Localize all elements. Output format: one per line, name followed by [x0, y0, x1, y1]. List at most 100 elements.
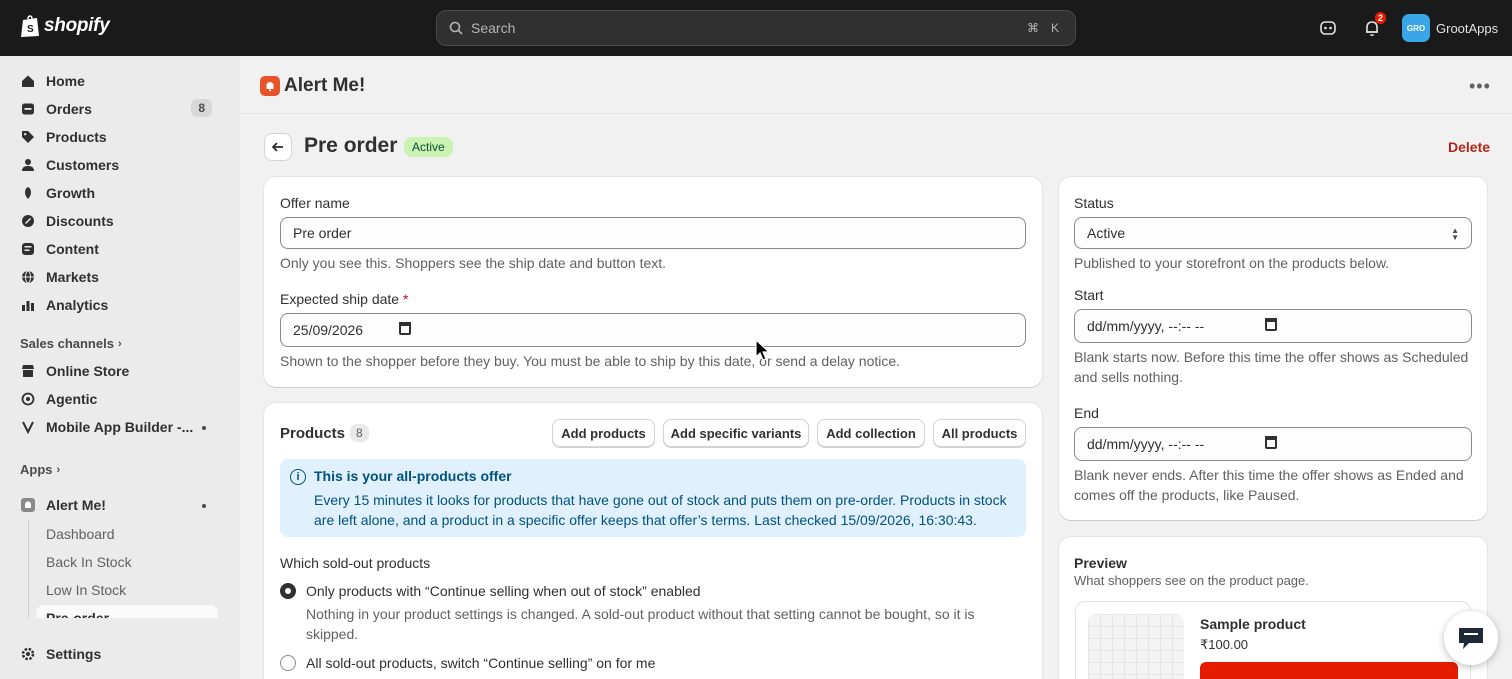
status-select[interactable]: Active ▲ ▼ [1074, 217, 1472, 249]
sidebar-item-label: Mobile App Builder -... [46, 419, 194, 435]
product-preview: Sample product ₹100.00 [1075, 601, 1471, 679]
sidebar-item-analytics[interactable]: Analytics [10, 291, 218, 319]
all-products-button[interactable]: All products [933, 419, 1026, 447]
mobile-app-icon [20, 419, 36, 435]
sidebar-item-growth[interactable]: Growth [10, 179, 218, 207]
which-sold-out-label: Which sold-out products [280, 555, 431, 571]
calendar-icon[interactable] [399, 322, 411, 335]
sidebar-item-markets[interactable]: Markets [10, 263, 218, 291]
radio-option-continue-selling-only[interactable] [280, 583, 296, 599]
offer-name-input[interactable]: Pre order [280, 217, 1026, 249]
sidebar-item-label: Settings [46, 646, 102, 662]
notifications-button[interactable]: 2 [1360, 12, 1386, 40]
chart-icon [20, 297, 36, 313]
globe-icon [20, 269, 36, 285]
chat-support-button[interactable] [1444, 611, 1498, 665]
home-icon [20, 73, 36, 89]
subnav-line [28, 519, 29, 618]
all-products-info-banner: i This is your all-products offer Every … [280, 459, 1026, 537]
sidebar-item-online-store[interactable]: Online Store [10, 357, 218, 385]
option1-label[interactable]: Only products with “Continue selling whe… [306, 583, 701, 599]
shopify-logo[interactable]: S shopify [20, 14, 110, 38]
offer-name-value: Pre order [293, 225, 352, 241]
product-image-placeholder [1088, 614, 1184, 679]
sidebar-item-label: Agentic [46, 391, 98, 407]
sidebar-item-settings[interactable]: Settings [10, 640, 218, 668]
search-bar[interactable]: Search ⌘ K [436, 10, 1076, 46]
end-datetime-input[interactable]: dd/mm/yyyy, --:-- -- [1074, 427, 1472, 461]
info-icon: i [290, 469, 306, 485]
subnav-item-low-in-stock[interactable]: Low In Stock [46, 582, 126, 598]
chevron-right-icon: › [56, 463, 61, 476]
delete-button[interactable]: Delete [1448, 139, 1490, 155]
subnav-item-dashboard[interactable]: Dashboard [46, 526, 115, 542]
subnav-item-pre-order[interactable]: Pre-order [46, 610, 109, 618]
orders-count-badge: 8 [191, 99, 212, 117]
sidebar-item-label: Online Store [46, 363, 130, 379]
alert-me-app-icon [20, 497, 36, 513]
end-label: End [1074, 405, 1099, 421]
start-datetime-input[interactable]: dd/mm/yyyy, --:-- -- [1074, 309, 1472, 343]
sidebar-nav: Home Orders 8 Products Customers Growth … [0, 56, 240, 618]
sample-product-price: ₹100.00 [1200, 637, 1249, 652]
ship-date-input[interactable]: 25/09/2026 [280, 313, 1026, 347]
preview-card: Preview What shoppers see on the product… [1059, 537, 1487, 679]
store-icon [20, 363, 36, 379]
sidebar-item-orders[interactable]: Orders 8 [10, 95, 218, 123]
ship-date-help: Shown to the shopper before they buy. Yo… [280, 353, 901, 369]
tag-icon [20, 129, 36, 145]
sidebar-item-label: Analytics [46, 297, 109, 313]
apps-header[interactable]: Apps › [20, 462, 60, 477]
notification-count-badge: 2 [1374, 12, 1386, 24]
radio-option-all-sold-out[interactable] [280, 655, 296, 671]
add-specific-variants-button[interactable]: Add specific variants [663, 419, 809, 447]
sidebar: Home Orders 8 Products Customers Growth … [0, 56, 240, 679]
back-button[interactable] [264, 133, 292, 161]
option1-help: Nothing in your product settings is chan… [306, 606, 975, 642]
sidekick-button[interactable] [1316, 16, 1340, 40]
arrow-left-icon [271, 142, 283, 152]
sidebar-item-discounts[interactable]: Discounts [10, 207, 218, 235]
add-products-button[interactable]: Add products [552, 419, 655, 447]
subnav-item-back-in-stock[interactable]: Back In Stock [46, 554, 132, 570]
store-menu[interactable]: GRO GrootApps [1402, 14, 1498, 42]
chat-icon [1459, 628, 1483, 649]
sidebar-item-alert-me[interactable]: Alert Me! [10, 491, 218, 519]
calendar-icon[interactable] [1265, 318, 1277, 331]
shopify-bag-icon: S [21, 15, 39, 37]
sidebar-item-home[interactable]: Home [10, 67, 218, 95]
start-datetime-value: dd/mm/yyyy, --:-- -- [1087, 318, 1205, 334]
offer-details-card: Offer name Pre order Only you see this. … [264, 177, 1042, 387]
more-dot-icon[interactable] [202, 426, 206, 430]
more-actions-button[interactable]: ••• [1469, 77, 1491, 95]
sample-product-name: Sample product [1200, 616, 1306, 632]
sidekick-icon [1320, 21, 1336, 35]
person-icon [20, 157, 36, 173]
sidebar-item-agentic[interactable]: Agentic [10, 385, 218, 413]
ship-date-label-text: Expected ship date [280, 291, 400, 307]
add-collection-button[interactable]: Add collection [817, 419, 925, 447]
offer-name-label: Offer name [280, 195, 350, 211]
calendar-icon[interactable] [1265, 436, 1277, 449]
status-help: Published to your storefront on the prod… [1074, 255, 1390, 271]
shopify-wordmark: shopify [44, 15, 110, 36]
status-card: Status Active ▲ ▼ Published to your store… [1059, 177, 1487, 520]
sidebar-item-content[interactable]: Content [10, 235, 218, 263]
store-name: GrootApps [1436, 20, 1499, 36]
preview-title: Preview [1074, 555, 1127, 571]
sidebar-item-mobile-app-builder[interactable]: Mobile App Builder -... [10, 413, 218, 441]
sales-channels-header[interactable]: Sales channels › [20, 336, 122, 351]
ship-date-label: Expected ship date * [280, 291, 408, 307]
orders-icon [20, 101, 36, 117]
more-dot-icon[interactable] [202, 504, 206, 508]
required-asterisk: * [402, 291, 409, 307]
search-icon [449, 21, 463, 35]
banner-title: This is your all-products offer [314, 468, 512, 484]
option2-label[interactable]: All sold-out products, switch “Continue … [306, 655, 655, 671]
end-help: Blank never ends. After this time the of… [1074, 467, 1464, 503]
preview-subtitle: What shoppers see on the product page. [1074, 573, 1309, 588]
search-placeholder: Search [471, 20, 516, 36]
sidebar-item-customers[interactable]: Customers [10, 151, 218, 179]
ship-date-value: 25/09/2026 [293, 322, 364, 338]
sidebar-item-products[interactable]: Products [10, 123, 218, 151]
